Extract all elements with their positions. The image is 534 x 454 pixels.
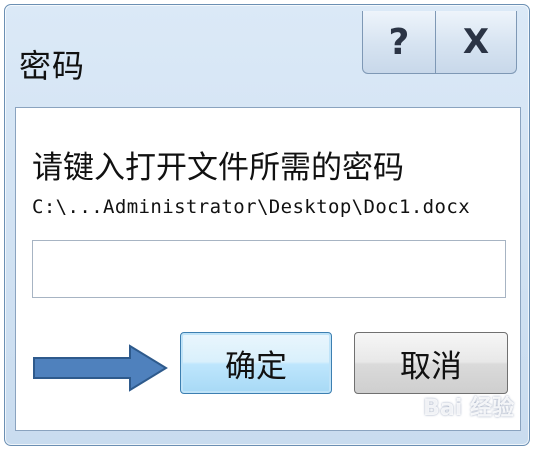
- password-input[interactable]: [32, 240, 506, 298]
- file-path: C:\...Administrator\Desktop\Doc1.docx: [32, 196, 471, 218]
- password-prompt: 请键入打开文件所需的密码: [32, 150, 404, 186]
- close-button[interactable]: X: [436, 11, 516, 73]
- help-icon: ?: [388, 21, 410, 63]
- dialog-title: 密码: [19, 47, 86, 85]
- title-bar[interactable]: 密码 ? X: [5, 5, 529, 105]
- cancel-button[interactable]: 取消: [354, 332, 508, 394]
- close-icon: X: [462, 22, 490, 62]
- title-bar-controls: ? X: [362, 11, 517, 74]
- watermark: Bai 经验: [423, 396, 514, 421]
- pointer-arrow-icon: [33, 344, 168, 392]
- ok-button[interactable]: 确定: [180, 332, 332, 394]
- help-button[interactable]: ?: [363, 11, 436, 73]
- arrow-shape: [33, 344, 168, 392]
